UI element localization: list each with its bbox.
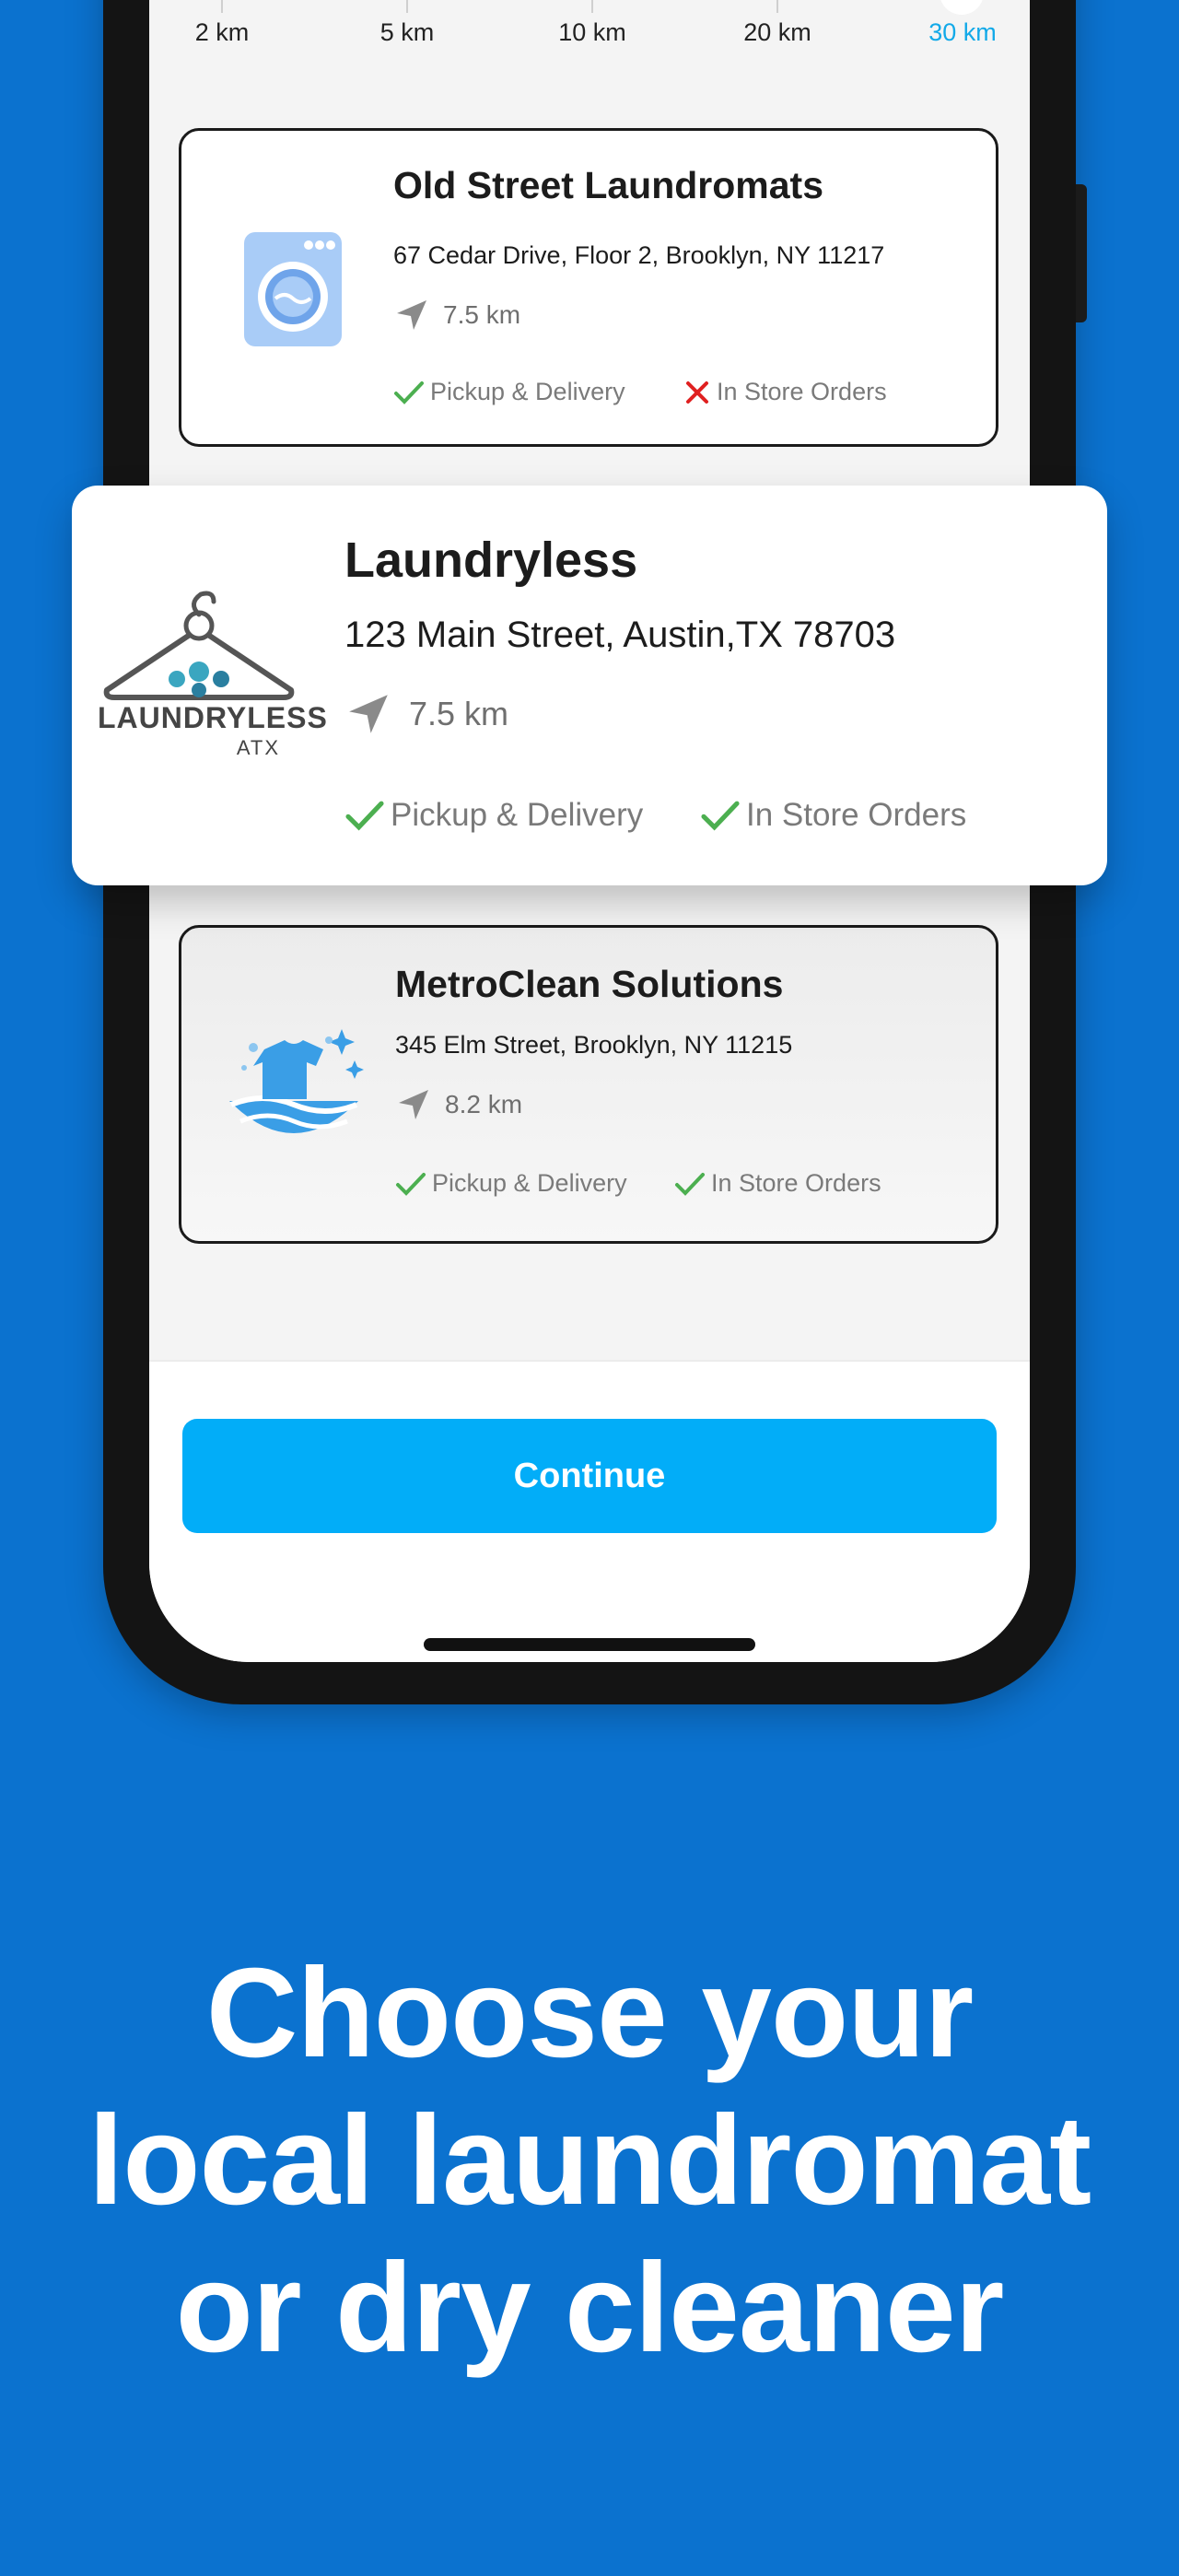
laundromat-address: 345 Elm Street, Brooklyn, NY 11215 — [395, 1031, 793, 1059]
headline-line-1: Choose your — [205, 1942, 974, 2084]
headline-line-2: local laundromat — [88, 2090, 1091, 2231]
distance-text: 8.2 km — [445, 1090, 523, 1118]
shirt-water-icon — [220, 1020, 368, 1153]
continue-button[interactable]: Continue — [182, 1419, 997, 1533]
pickup-delivery-feature: Pickup & Delivery — [395, 1169, 627, 1198]
laundromat-name: Laundryless — [344, 533, 638, 588]
pickup-delivery-label: Pickup & Delivery — [391, 797, 644, 833]
scale-label-30km[interactable]: 30 km — [928, 18, 997, 47]
pickup-delivery-label: Pickup & Delivery — [430, 378, 625, 405]
distance-row: 7.5 km — [393, 297, 520, 334]
laundromat-address: 67 Cedar Drive, Floor 2, Brooklyn, NY 11… — [393, 241, 885, 269]
distance-text: 7.5 km — [443, 300, 521, 329]
navigation-arrow-icon — [344, 690, 392, 738]
navigation-arrow-icon — [393, 297, 430, 334]
pickup-delivery-label: Pickup & Delivery — [432, 1169, 627, 1197]
in-store-orders-label: In Store Orders — [711, 1169, 881, 1197]
promo-headline: Choose your local laundromat or dry clea… — [0, 1939, 1179, 2382]
check-icon — [395, 1171, 426, 1197]
navigation-arrow-icon — [395, 1086, 432, 1123]
scale-tick — [221, 0, 223, 13]
pickup-delivery-feature: Pickup & Delivery — [393, 378, 625, 406]
laundromat-address: 123 Main Street, Austin,TX 78703 — [344, 615, 896, 655]
distance-slider-knob[interactable] — [940, 0, 984, 15]
scale-label-5km[interactable]: 5 km — [380, 18, 435, 47]
scale-tick — [591, 0, 593, 13]
bottom-action-area: Continue — [149, 1360, 1030, 1662]
laundromat-card-metroclean[interactable]: MetroClean Solutions 345 Elm Street, Bro… — [179, 925, 998, 1244]
cross-icon — [683, 380, 711, 405]
washing-machine-icon — [242, 230, 344, 353]
phone-side-button — [1076, 184, 1087, 322]
distance-row: 8.2 km — [395, 1086, 522, 1123]
headline-line-3: or dry cleaner — [175, 2237, 1005, 2379]
scale-tick — [776, 0, 778, 13]
scale-label-10km[interactable]: 10 km — [558, 18, 626, 47]
laundromat-card-laundryless-featured[interactable]: LAUNDRYLESS ATX Laundryless 123 Main Str… — [72, 486, 1107, 885]
logo-wordmark: LAUNDRYLESS — [98, 701, 328, 734]
in-store-orders-feature: In Store Orders — [700, 797, 966, 834]
logo-subtext: ATX — [236, 736, 280, 759]
in-store-orders-feature: In Store Orders — [683, 378, 887, 406]
check-icon — [344, 799, 385, 832]
check-icon — [674, 1171, 706, 1197]
scale-label-20km[interactable]: 20 km — [743, 18, 811, 47]
laundromat-name: MetroClean Solutions — [395, 963, 784, 1005]
in-store-orders-feature: In Store Orders — [674, 1169, 881, 1198]
pickup-delivery-feature: Pickup & Delivery — [344, 797, 643, 834]
distance-scale[interactable]: 2 km 5 km 10 km 20 km 30 km — [149, 0, 1030, 64]
in-store-orders-label: In Store Orders — [717, 378, 887, 405]
check-icon — [700, 799, 741, 832]
laundromat-name: Old Street Laundromats — [393, 164, 824, 206]
distance-text: 7.5 km — [409, 695, 509, 732]
distance-row: 7.5 km — [344, 690, 508, 738]
home-indicator — [424, 1638, 755, 1651]
laundromat-card-old-street[interactable]: Old Street Laundromats 67 Cedar Drive, F… — [179, 128, 998, 447]
scale-tick — [406, 0, 408, 13]
scale-label-2km[interactable]: 2 km — [195, 18, 250, 47]
laundryless-logo: LAUNDRYLESS ATX — [98, 589, 328, 773]
check-icon — [393, 380, 425, 405]
in-store-orders-label: In Store Orders — [746, 797, 967, 833]
